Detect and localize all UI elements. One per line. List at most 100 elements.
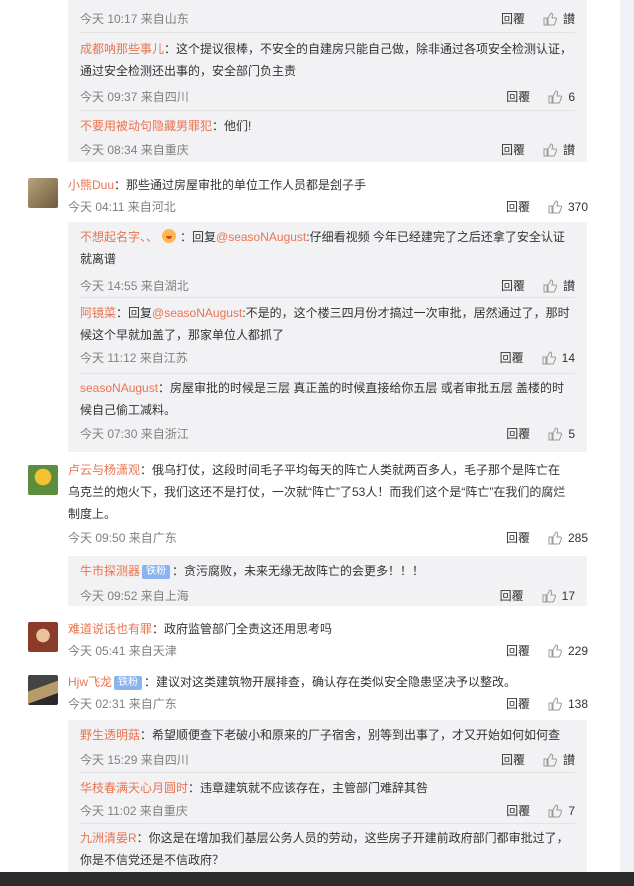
mention-link[interactable]: @seasoNAugust <box>152 306 242 320</box>
like-button[interactable]: 讃 <box>543 751 575 768</box>
thumbs-up-icon <box>548 643 562 657</box>
reply-button[interactable]: 回覆 <box>501 10 525 27</box>
comment-time: 今天 04:11 来自河北 <box>68 200 176 214</box>
thumbs-up-icon <box>543 278 557 292</box>
username-link[interactable]: seasoNAugust <box>80 381 158 395</box>
reply-button[interactable]: 回覆 <box>506 529 530 546</box>
username-link[interactable]: 野生透明菇 <box>80 728 140 742</box>
comment-meta: 今天 10:17 来自山东 回覆 讃 <box>80 10 575 28</box>
thumbs-up-icon <box>542 588 556 602</box>
reply-box: 牛市探测器 铁粉 ：贪污腐败，未来无缘无故阵亡的会更多！！！ 今天 09:52 来自… <box>68 556 587 606</box>
username-link[interactable]: 华枝春满天心月圆时 <box>80 781 188 795</box>
comment-actions: 回覆 14 <box>500 349 575 366</box>
avatar[interactable] <box>28 178 58 208</box>
comment-meta: 今天 07:30 来自浙江 回覆 5 <box>80 425 575 443</box>
reply-button[interactable]: 回覆 <box>506 88 530 105</box>
comment-actions: 回覆 讃 <box>501 751 575 768</box>
comment-time: 今天 15:29 来自四川 <box>80 753 189 767</box>
like-button[interactable]: 讃 <box>543 277 575 294</box>
thumbs-up-icon <box>543 752 557 766</box>
comment-actions: 回覆 285 <box>506 529 588 546</box>
comment-actions: 回覆 229 <box>506 642 588 659</box>
like-button[interactable]: 229 <box>548 644 588 658</box>
like-button[interactable]: 6 <box>548 90 575 104</box>
username-link[interactable]: 阿镜菜 <box>80 306 116 320</box>
comment-actions: 回覆 讃 <box>501 10 575 27</box>
comment-text: 九洲清晏R：你这是在增加我们基层公务人员的劳动，这些房子开建前政府部门都审批过了… <box>80 831 569 867</box>
reply-button[interactable]: 回覆 <box>506 695 530 712</box>
avatar[interactable] <box>28 465 58 495</box>
comment-text: Hjw飞龙 铁粉 ：建议对这类建筑物开展排查，确认存在类似安全隐患坚决予以整改。 <box>68 675 517 690</box>
divider <box>80 772 575 773</box>
comment-actions: 回覆 5 <box>506 425 575 442</box>
thumbs-up-icon <box>548 199 562 213</box>
comment-time: 今天 09:50 来自广东 <box>68 531 177 545</box>
reply-button[interactable]: 回覆 <box>501 751 525 768</box>
avatar[interactable] <box>28 675 58 705</box>
reply-button[interactable]: 回覆 <box>500 349 524 366</box>
reply-button[interactable]: 回覆 <box>506 802 530 819</box>
comment-time: 今天 07:30 来自浙江 <box>80 427 189 441</box>
comment-meta: 今天 04:11 来自河北 回覆 370 <box>68 198 588 216</box>
reply-button[interactable]: 回覆 <box>501 141 525 158</box>
thumbs-up-icon <box>542 350 556 364</box>
mention-link[interactable]: @seasoNAugust <box>216 230 306 244</box>
comment-meta: 今天 08:34 来自重庆 回覆 讃 <box>80 141 575 159</box>
thumbs-up-icon <box>548 426 563 440</box>
like-button[interactable]: 5 <box>548 427 575 441</box>
username-link[interactable]: 难道说话也有罪 <box>68 622 152 636</box>
like-button[interactable]: 7 <box>548 804 575 818</box>
like-button[interactable]: 讃 <box>543 10 575 27</box>
like-button[interactable]: 17 <box>542 589 575 603</box>
username-link[interactable]: 牛市探测器 <box>80 564 140 578</box>
thumbs-up-icon <box>543 11 557 25</box>
reply-button[interactable]: 回覆 <box>506 425 530 442</box>
like-button[interactable]: 138 <box>548 697 588 711</box>
username-link[interactable]: 成都呐那些事儿 <box>80 42 164 56</box>
reply-button[interactable]: 回覆 <box>506 198 530 215</box>
comment-time: 今天 08:34 来自重庆 <box>80 143 189 157</box>
thumbs-up-icon <box>548 803 563 817</box>
username-link[interactable]: 不要用被动句隐藏男罪犯 <box>80 119 212 133</box>
comment-meta: 今天 14:55 来自湖北 回覆 讃 <box>80 277 575 295</box>
like-button[interactable]: 讃 <box>543 141 575 158</box>
comment-text: 小熊Duu：那些通过房屋审批的单位工作人员都是刽子手 <box>68 178 367 192</box>
comment-actions: 回覆 17 <box>500 587 575 604</box>
like-button[interactable]: 370 <box>548 200 588 214</box>
comment-time: 今天 14:55 来自湖北 <box>80 279 189 293</box>
comment-text: 不想起名字、、 ：回复@seasoNAugust:仔细看视频 今年已经建完了之后还… <box>80 229 565 266</box>
thumbs-up-icon <box>548 530 562 544</box>
comment-time: 今天 11:12 来自江苏 <box>80 351 188 365</box>
reply-box: 今天 10:17 来自山东 回覆 讃 成都呐那些事儿：这个提议很棒，不安全的自建… <box>68 0 587 162</box>
comment-meta: 今天 15:29 来自四川 回覆 讃 <box>80 751 575 769</box>
like-button[interactable]: 285 <box>548 531 588 545</box>
reply-button[interactable]: 回覆 <box>506 642 530 659</box>
avatar[interactable] <box>28 622 58 652</box>
comment-text: 卢云与杨潇观：俄乌打仗，这段时间毛子平均每天的阵亡人类就两百多人，毛子那个是阵亡… <box>68 463 566 521</box>
comment-meta: 今天 11:02 来自重庆 回覆 7 <box>80 802 575 820</box>
divider <box>80 110 575 111</box>
comment-time: 今天 09:52 来自上海 <box>80 589 189 603</box>
reply-box: 野生透明菇：希望顺便查下老破小和原来的厂子宿舍，别等到出事了，才又开始如何如何查… <box>68 720 587 872</box>
username-link[interactable]: 不想起名字、、 <box>80 230 158 244</box>
taskbar <box>0 872 634 886</box>
comment-time: 今天 02:31 来自广东 <box>68 697 177 711</box>
comment-text: 成都呐那些事儿：这个提议很棒，不安全的自建房只能自己做，除非通过各项安全检测认证… <box>80 42 573 78</box>
comment-text: 不要用被动句隐藏男罪犯：他们! <box>80 119 252 133</box>
username-link[interactable]: Hjw飞龙 <box>68 675 112 689</box>
username-link[interactable]: 九洲清晏R <box>80 831 137 845</box>
reply-button[interactable]: 回覆 <box>501 277 525 294</box>
comment-actions: 回覆 370 <box>506 198 588 215</box>
thumbs-up-icon <box>548 696 562 710</box>
comment-time: 今天 05:41 来自天津 <box>68 644 177 658</box>
username-link[interactable]: 小熊Duu <box>68 178 114 192</box>
comment-actions: 回覆 6 <box>506 88 575 105</box>
emoji-icon <box>162 229 177 243</box>
comment-text: 野生透明菇：希望顺便查下老破小和原来的厂子宿舍，别等到出事了，才又开始如何如何查 <box>80 728 561 742</box>
username-link[interactable]: 卢云与杨潇观 <box>68 463 140 477</box>
reply-button[interactable]: 回覆 <box>500 587 524 604</box>
like-button[interactable]: 14 <box>542 351 575 365</box>
comment-text: 牛市探测器 铁粉 ：贪污腐败，未来无缘无故阵亡的会更多！！！ <box>80 564 425 579</box>
comment-text: seasoNAugust：房屋审批的时候是三层 真正盖的时候直接给你五层 或者审… <box>80 381 565 417</box>
vertical-scrollbar[interactable] <box>620 0 634 872</box>
